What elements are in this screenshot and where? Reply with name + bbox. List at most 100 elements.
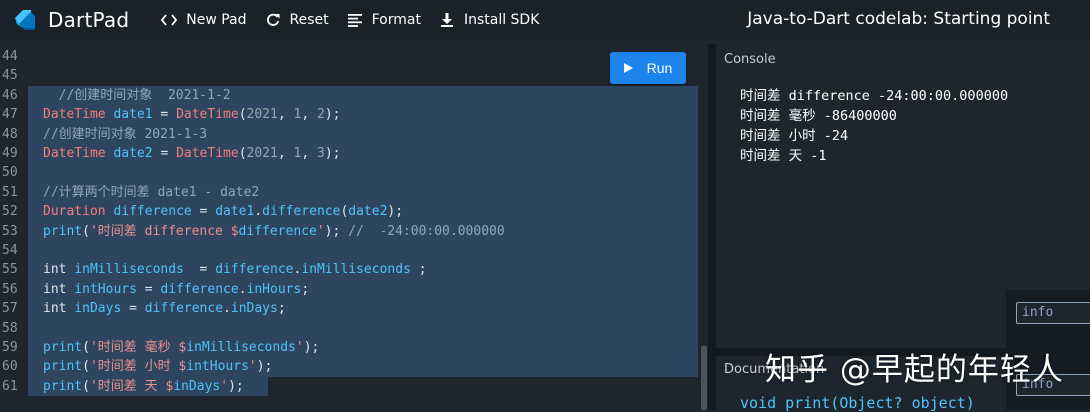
format-label: Format xyxy=(371,12,421,28)
punct-token: , xyxy=(301,107,317,123)
line-number: 45 xyxy=(2,68,18,84)
line-number: 54 xyxy=(2,243,18,258)
new-pad-button[interactable]: New Pad xyxy=(161,12,247,28)
punct-token: . xyxy=(238,281,247,297)
type-token: DateTime xyxy=(176,107,239,123)
info-badge[interactable]: info xyxy=(1016,302,1090,324)
dart-logo-icon xyxy=(15,10,35,30)
line-number: 51 xyxy=(2,184,18,200)
code-line-56: int intHours = difference.inHours; xyxy=(43,280,309,299)
string-token: ' xyxy=(295,340,304,355)
comment: //创建时间对象 2021-1-2 xyxy=(43,87,231,103)
type-token: DateTime xyxy=(176,146,239,161)
format-button[interactable]: Format xyxy=(347,12,421,28)
new-pad-label: New Pad xyxy=(186,12,247,28)
line-number: 53 xyxy=(2,223,18,239)
code-line-46: //创建时间对象 2021-1-2 xyxy=(43,86,231,105)
dartpad-logo xyxy=(12,7,38,33)
function-token: print xyxy=(43,340,83,355)
identifier-token: date2 xyxy=(348,204,388,220)
identifier-token: difference xyxy=(238,223,317,239)
operator-token: = xyxy=(183,262,216,278)
identifier-token: difference xyxy=(144,301,224,317)
codelab-title: Java-to-Dart codelab: Starting point xyxy=(747,9,1050,29)
console-output-line: 时间差 difference -24:00:00.000000 xyxy=(740,88,1009,104)
punct-token: ( xyxy=(238,146,247,161)
punct-token: ( xyxy=(82,340,90,355)
identifier-token: intHours xyxy=(186,359,249,375)
code-line-57: int inDays = difference.inDays; xyxy=(43,299,286,318)
app-header: DartPad New Pad Reset Format Install SDK… xyxy=(0,0,1090,40)
line-number: 52 xyxy=(2,204,18,220)
run-button[interactable]: Run xyxy=(610,52,686,84)
identifier-token: inDays xyxy=(230,301,278,317)
run-label: Run xyxy=(646,60,673,76)
punct-token: , xyxy=(277,107,294,123)
string-token: ' xyxy=(248,359,257,375)
identifier-token: intHours xyxy=(66,281,137,297)
line-number: 50 xyxy=(2,165,18,181)
punct-token: ); xyxy=(387,204,404,220)
console-output-line: 时间差 小时 -24 xyxy=(740,128,849,144)
identifier-token: inDays xyxy=(66,301,122,317)
operator-token: = xyxy=(121,301,145,317)
string-token: ' xyxy=(220,378,229,394)
identifier-token: date2 xyxy=(105,146,153,161)
identifier-token: date1 xyxy=(105,107,153,123)
editor-scrollbar-thumb[interactable] xyxy=(701,346,707,410)
punct-token: ); xyxy=(228,378,244,394)
type-token: int xyxy=(43,262,67,278)
type-token: DateTime xyxy=(43,107,106,123)
number-token: 2021 xyxy=(246,107,278,123)
punct-token: ( xyxy=(82,223,90,239)
line-number: 58 xyxy=(2,320,18,336)
punct-token: . xyxy=(254,204,263,220)
code-line-61: print('时间差 天 $inDays'); xyxy=(43,377,244,396)
operator-token: = xyxy=(152,107,177,123)
line-number: 49 xyxy=(2,146,18,161)
operator-token: = xyxy=(191,204,216,220)
identifier-token: difference xyxy=(215,262,294,278)
reset-label: Reset xyxy=(289,12,329,28)
punct-token: ; xyxy=(277,301,286,317)
function-token: print xyxy=(43,378,83,394)
punct-token: ); xyxy=(324,223,341,239)
vertical-splitter[interactable] xyxy=(708,44,716,410)
code-line-55: int inMilliseconds = difference.inMillis… xyxy=(43,260,427,279)
string-token: ' xyxy=(316,223,325,239)
line-number: 61 xyxy=(2,378,18,394)
comment: //创建时间对象 2021-1-3 xyxy=(43,126,208,142)
function-token: print xyxy=(43,359,83,375)
punct-token: ; xyxy=(301,281,310,297)
code-line-51: //计算两个时间差 date1 - date2 xyxy=(43,183,259,202)
line-number: 44 xyxy=(2,49,18,64)
code-line-49: DateTime date2 = DateTime(2021, 1, 3); xyxy=(43,144,340,163)
string-token: '时间差 毫秒 $ xyxy=(89,340,187,355)
install-sdk-button[interactable]: Install SDK xyxy=(439,12,539,28)
code-line-59: print('时间差 毫秒 $inMilliseconds'); xyxy=(43,338,319,357)
string-token: '时间差 小时 $ xyxy=(89,359,187,375)
console-output-line: 时间差 毫秒 -86400000 xyxy=(740,108,897,124)
string-token: '时间差 difference $ xyxy=(89,223,239,239)
install-sdk-label: Install SDK xyxy=(463,12,540,28)
identifier-token: difference xyxy=(160,281,239,297)
code-line-53: print('时间差 difference $difference'); // … xyxy=(43,222,505,241)
play-icon xyxy=(623,63,633,73)
code-brackets-icon xyxy=(161,12,178,28)
function-token: print xyxy=(43,223,83,239)
reset-button[interactable]: Reset xyxy=(265,12,329,28)
punct-token: ; xyxy=(410,262,427,278)
punct-token: ( xyxy=(238,107,247,123)
identifier-token: inMilliseconds xyxy=(66,262,184,278)
code-area[interactable]: //创建时间对象 2021-1-2 DateTime date1 = DateT… xyxy=(28,44,698,410)
code-editor[interactable]: 44 45 46 47 48 49 50 51 52 53 54 55 56 5… xyxy=(0,44,708,410)
type-token: DateTime xyxy=(43,146,106,161)
console-title: Console xyxy=(724,52,776,67)
identifier-token: inMilliseconds xyxy=(301,262,411,278)
identifier-token: inDays xyxy=(173,378,221,394)
operator-token: = xyxy=(136,281,161,297)
type-token: Duration xyxy=(43,204,106,220)
code-line-48: //创建时间对象 2021-1-3 xyxy=(43,125,207,144)
type-token: int xyxy=(43,301,67,317)
comment: //计算两个时间差 date1 - date2 xyxy=(43,184,260,200)
